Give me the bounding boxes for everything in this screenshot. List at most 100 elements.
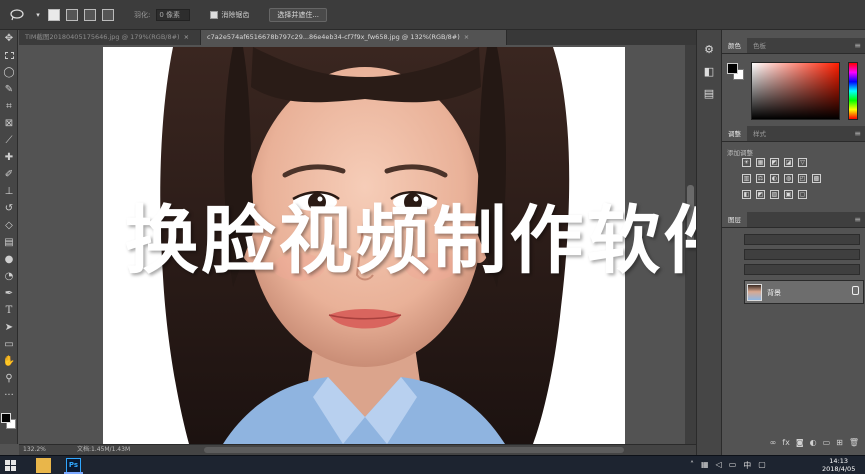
file-explorer-icon[interactable] — [36, 458, 51, 473]
layer-filter-row[interactable] — [744, 234, 860, 245]
subtract-selection-mode-button[interactable] — [84, 8, 96, 21]
color-swatches[interactable] — [1, 413, 17, 431]
tab-document-1[interactable]: TIM截图20180405175646.jpg @ 179%(RGB/8#) × — [19, 30, 201, 45]
hue-slider[interactable] — [848, 62, 858, 120]
curves-icon[interactable]: ◩ — [770, 158, 779, 167]
layer-background[interactable]: 背景 — [744, 280, 864, 304]
blend-mode-row[interactable] — [744, 249, 860, 260]
feather-label: 羽化: — [134, 10, 151, 19]
panel-menu-icon[interactable]: ≡ — [854, 38, 865, 53]
selective-color-icon[interactable]: ▢ — [798, 190, 807, 199]
mask-icon[interactable]: ◙ — [796, 436, 804, 450]
foreground-color-swatch[interactable] — [727, 63, 738, 74]
posterize-icon[interactable]: ◩ — [756, 190, 765, 199]
properties-icon[interactable]: ◧ — [697, 60, 721, 82]
channel-mixer-icon[interactable]: ◰ — [798, 174, 807, 183]
panel-menu-icon[interactable]: ≡ — [854, 212, 865, 227]
adjustment-row: ◧ ◩ ▨ ▣ ▢ — [742, 190, 807, 199]
tab-swatches[interactable]: 色板 — [747, 38, 772, 53]
paragraph-icon[interactable]: ▤ — [697, 82, 721, 104]
tab-layers[interactable]: 图层 — [722, 212, 747, 227]
lasso-tool-icon[interactable] — [6, 7, 28, 23]
battery-icon[interactable]: ▭ — [729, 460, 737, 471]
exposure-icon[interactable]: ◪ — [784, 158, 793, 167]
network-icon[interactable]: ▦ — [701, 460, 709, 471]
new-layer-icon[interactable]: ⊞ — [836, 436, 843, 450]
type-tool-icon[interactable]: T — [0, 302, 18, 319]
crop-tool-icon[interactable]: ⌗ — [0, 98, 18, 115]
foreground-color-swatch[interactable] — [1, 413, 11, 423]
tab-color[interactable]: 颜色 — [722, 38, 747, 53]
antialias-checkbox[interactable]: 消除锯齿 — [210, 10, 249, 20]
tab-label: c7a2e574af6516678b797c29...86e4eb34-cf7f… — [207, 33, 460, 41]
eyedropper-tool-icon[interactable]: ⟋ — [0, 132, 18, 149]
quick-select-tool-icon[interactable]: ✎ — [0, 81, 18, 98]
photo-filter-icon[interactable]: ◍ — [784, 174, 793, 183]
more-tools-icon[interactable]: ··· — [0, 387, 18, 404]
rectangle-tool-icon[interactable]: ▭ — [0, 336, 18, 353]
levels-icon[interactable]: ▦ — [756, 158, 765, 167]
tab-adjustments[interactable]: 调整 — [722, 126, 747, 141]
path-select-tool-icon[interactable]: ➤ — [0, 319, 18, 336]
history-icon[interactable]: ⚙ — [697, 38, 721, 60]
brightness-icon[interactable]: ☀ — [742, 158, 751, 167]
collapsed-panel-strip: ⚙ ◧ ▤ — [696, 30, 722, 455]
clock-date: 2018/4/05 — [822, 465, 856, 473]
layer-thumbnail — [747, 284, 762, 301]
tab-label: TIM截图20180405175646.jpg @ 179%(RGB/8#) — [25, 33, 180, 41]
color-picker-field[interactable] — [751, 62, 840, 120]
feather-input[interactable]: 0 像素 — [156, 8, 191, 21]
folder-icon[interactable]: ▭ — [823, 436, 831, 450]
trash-icon[interactable]: 🗑 — [849, 436, 859, 450]
notification-icon[interactable]: ▢ — [758, 460, 766, 471]
clock[interactable]: 14:13 2018/4/05 — [822, 457, 855, 473]
close-icon[interactable]: × — [464, 33, 469, 41]
adjustment-layer-icon[interactable]: ◐ — [810, 436, 817, 450]
status-bar: 132.2% 文档:1.45M/1.43M — [19, 444, 696, 455]
fx-icon[interactable]: fx — [782, 436, 790, 450]
chevron-up-icon[interactable]: ˄ — [690, 460, 694, 471]
color-lookup-icon[interactable]: ▩ — [812, 174, 821, 183]
volume-icon[interactable]: ◁ — [716, 460, 722, 471]
link-icon[interactable]: ∞ — [770, 436, 777, 450]
color-balance-icon[interactable]: ⚖ — [756, 174, 765, 183]
hand-tool-icon[interactable]: ✋ — [0, 353, 18, 370]
adjustment-row: ▥ ⚖ ◐ ◍ ◰ ▩ — [742, 174, 821, 183]
close-icon[interactable]: × — [184, 33, 189, 41]
intersect-selection-mode-button[interactable] — [102, 8, 114, 21]
lock-icon — [852, 286, 859, 295]
healing-brush-tool-icon[interactable]: ✚ — [0, 149, 18, 166]
move-tool-icon[interactable]: ✥ — [0, 30, 18, 47]
vibrance-icon[interactable]: ▽ — [798, 158, 807, 167]
hue-saturation-icon[interactable]: ▥ — [742, 174, 751, 183]
zoom-tool-icon[interactable]: ⚲ — [0, 370, 18, 387]
zoom-level[interactable]: 132.2% — [23, 445, 46, 455]
right-panels: 颜色 色板 ≡ 调整 样式 ≡ 添加调整 ☀ ▦ ◩ ◪ ▽ ▥ ⚖ ◐ ◍ ◰… — [722, 30, 865, 455]
layers-panel-tabs: 图层 ≡ — [722, 212, 865, 228]
add-adjustment-label: 添加调整 — [727, 149, 753, 157]
horizontal-scrollbar[interactable] — [204, 447, 624, 453]
layer-name: 背景 — [767, 289, 781, 297]
layers-footer: ∞ fx ◙ ◐ ▭ ⊞ 🗑 — [722, 436, 865, 450]
gradient-map-icon[interactable]: ▣ — [784, 190, 793, 199]
pen-tool-icon[interactable]: ✒ — [0, 285, 18, 302]
lock-row[interactable] — [744, 264, 860, 275]
tab-styles[interactable]: 样式 — [747, 126, 772, 141]
chevron-down-icon[interactable]: ▾ — [34, 7, 42, 23]
options-bar: ▾ 羽化: 0 像素 消除锯齿 选择并遮住... — [0, 0, 865, 30]
frame-tool-icon[interactable]: ⊠ — [0, 115, 18, 132]
brush-tool-icon[interactable]: ✐ — [0, 166, 18, 183]
marquee-tool-icon[interactable] — [0, 47, 18, 64]
new-selection-mode-button[interactable] — [48, 8, 60, 21]
lasso-tool-icon[interactable]: ◯ — [0, 64, 18, 81]
windows-start-icon[interactable] — [5, 460, 16, 471]
invert-icon[interactable]: ◧ — [742, 190, 751, 199]
photoshop-icon[interactable]: Ps — [66, 458, 81, 473]
panel-menu-icon[interactable]: ≡ — [854, 126, 865, 141]
threshold-icon[interactable]: ▨ — [770, 190, 779, 199]
add-selection-mode-button[interactable] — [66, 8, 78, 21]
tab-document-2[interactable]: c7a2e574af6516678b797c29...86e4eb34-cf7f… — [201, 30, 507, 45]
black-white-icon[interactable]: ◐ — [770, 174, 779, 183]
ime-icon[interactable]: 中 — [743, 460, 751, 471]
select-and-mask-button[interactable]: 选择并遮住... — [269, 7, 328, 22]
